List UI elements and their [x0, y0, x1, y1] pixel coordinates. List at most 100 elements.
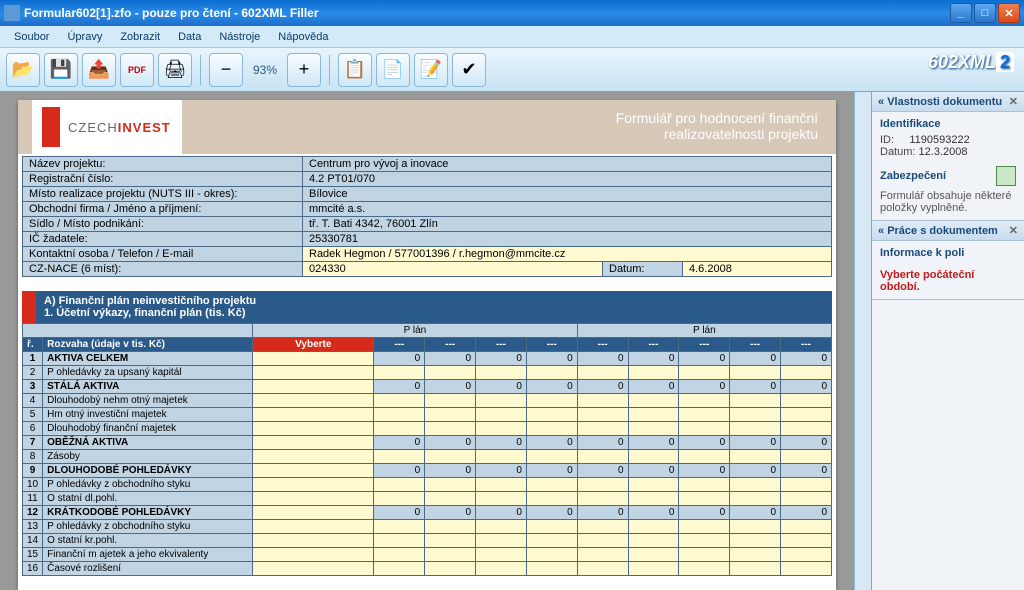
cell[interactable]	[628, 562, 679, 576]
hdr-value[interactable]: Bílovice	[303, 187, 832, 202]
close-properties-icon[interactable]: ✕	[1009, 95, 1018, 108]
cell[interactable]	[476, 394, 527, 408]
cell[interactable]	[476, 478, 527, 492]
close-button[interactable]: ✕	[998, 3, 1020, 23]
cell[interactable]	[730, 492, 781, 506]
cell[interactable]	[425, 450, 476, 464]
cell[interactable]	[577, 520, 628, 534]
hdr-value[interactable]: 4.2 PT01/070	[303, 172, 832, 187]
cell[interactable]	[628, 394, 679, 408]
cell[interactable]	[730, 366, 781, 380]
cell[interactable]	[577, 408, 628, 422]
cell[interactable]	[425, 534, 476, 548]
cell[interactable]	[781, 450, 832, 464]
menu-nástroje[interactable]: Nástroje	[211, 29, 268, 45]
menu-zobrazit[interactable]: Zobrazit	[112, 29, 168, 45]
cell[interactable]	[679, 548, 730, 562]
cell[interactable]	[730, 548, 781, 562]
cell[interactable]	[781, 366, 832, 380]
cell[interactable]	[526, 548, 577, 562]
cell[interactable]	[476, 408, 527, 422]
cell[interactable]	[628, 548, 679, 562]
minimize-button[interactable]: _	[950, 3, 972, 23]
cell[interactable]	[526, 408, 577, 422]
cell[interactable]	[374, 492, 425, 506]
cell[interactable]	[628, 366, 679, 380]
cell[interactable]	[628, 534, 679, 548]
cell[interactable]	[781, 548, 832, 562]
cell[interactable]	[476, 520, 527, 534]
cell[interactable]	[679, 422, 730, 436]
menu-úpravy[interactable]: Úpravy	[59, 29, 110, 45]
cell[interactable]	[374, 394, 425, 408]
hdr-value[interactable]: Radek Hegmon / 577001396 / r.hegmon@mmci…	[303, 247, 832, 262]
cell[interactable]	[679, 492, 730, 506]
pdf-button[interactable]: PDF	[120, 53, 154, 87]
cell[interactable]	[425, 548, 476, 562]
menu-data[interactable]: Data	[170, 29, 209, 45]
cell[interactable]	[781, 394, 832, 408]
cell[interactable]	[374, 534, 425, 548]
cell[interactable]	[374, 366, 425, 380]
hdr-value[interactable]: 25330781	[303, 232, 832, 247]
cell[interactable]	[781, 492, 832, 506]
cell[interactable]	[425, 478, 476, 492]
cell[interactable]	[526, 394, 577, 408]
cell[interactable]	[526, 422, 577, 436]
maximize-button[interactable]: □	[974, 3, 996, 23]
zoom-in-button[interactable]: +	[287, 53, 321, 87]
cell[interactable]	[577, 492, 628, 506]
cell[interactable]	[577, 478, 628, 492]
cell[interactable]	[730, 478, 781, 492]
cell[interactable]	[476, 534, 527, 548]
vertical-scrollbar[interactable]	[854, 92, 871, 590]
hdr-value[interactable]: tř. T. Bati 4342, 76001 Zlín	[303, 217, 832, 232]
cell[interactable]	[577, 534, 628, 548]
cell[interactable]	[577, 394, 628, 408]
cell[interactable]	[374, 478, 425, 492]
cell[interactable]	[526, 492, 577, 506]
cell[interactable]	[476, 492, 527, 506]
cell[interactable]	[526, 534, 577, 548]
cell[interactable]	[730, 520, 781, 534]
cell[interactable]	[476, 366, 527, 380]
hdr-value[interactable]: mmcité a.s.	[303, 202, 832, 217]
close-work-icon[interactable]: ✕	[1009, 224, 1018, 237]
cell[interactable]	[781, 562, 832, 576]
validate-button[interactable]: ✔	[452, 53, 486, 87]
cell[interactable]	[425, 394, 476, 408]
cell[interactable]	[730, 422, 781, 436]
cell[interactable]	[526, 366, 577, 380]
zoom-out-button[interactable]: −	[209, 53, 243, 87]
cell[interactable]	[425, 562, 476, 576]
cell[interactable]	[374, 422, 425, 436]
cell[interactable]	[425, 408, 476, 422]
save-button[interactable]: 💾	[44, 53, 78, 87]
cell[interactable]	[679, 450, 730, 464]
cell[interactable]	[476, 450, 527, 464]
cell[interactable]	[628, 492, 679, 506]
cell[interactable]	[374, 408, 425, 422]
cell[interactable]	[374, 450, 425, 464]
cell[interactable]	[628, 478, 679, 492]
cell[interactable]	[374, 548, 425, 562]
cell[interactable]	[425, 422, 476, 436]
cell[interactable]	[730, 450, 781, 464]
cell[interactable]	[476, 548, 527, 562]
cell[interactable]	[425, 366, 476, 380]
cell[interactable]	[679, 478, 730, 492]
cell[interactable]	[526, 520, 577, 534]
cell[interactable]	[577, 450, 628, 464]
cell[interactable]	[679, 366, 730, 380]
cell[interactable]	[526, 478, 577, 492]
cell[interactable]	[781, 408, 832, 422]
cell[interactable]	[577, 422, 628, 436]
hdr-value[interactable]: Centrum pro vývoj a inovace	[303, 157, 832, 172]
open-button[interactable]: 📂	[6, 53, 40, 87]
cell[interactable]	[730, 408, 781, 422]
cell[interactable]	[730, 534, 781, 548]
cell[interactable]	[425, 492, 476, 506]
cell[interactable]	[730, 394, 781, 408]
cell[interactable]	[781, 422, 832, 436]
cell[interactable]	[628, 450, 679, 464]
